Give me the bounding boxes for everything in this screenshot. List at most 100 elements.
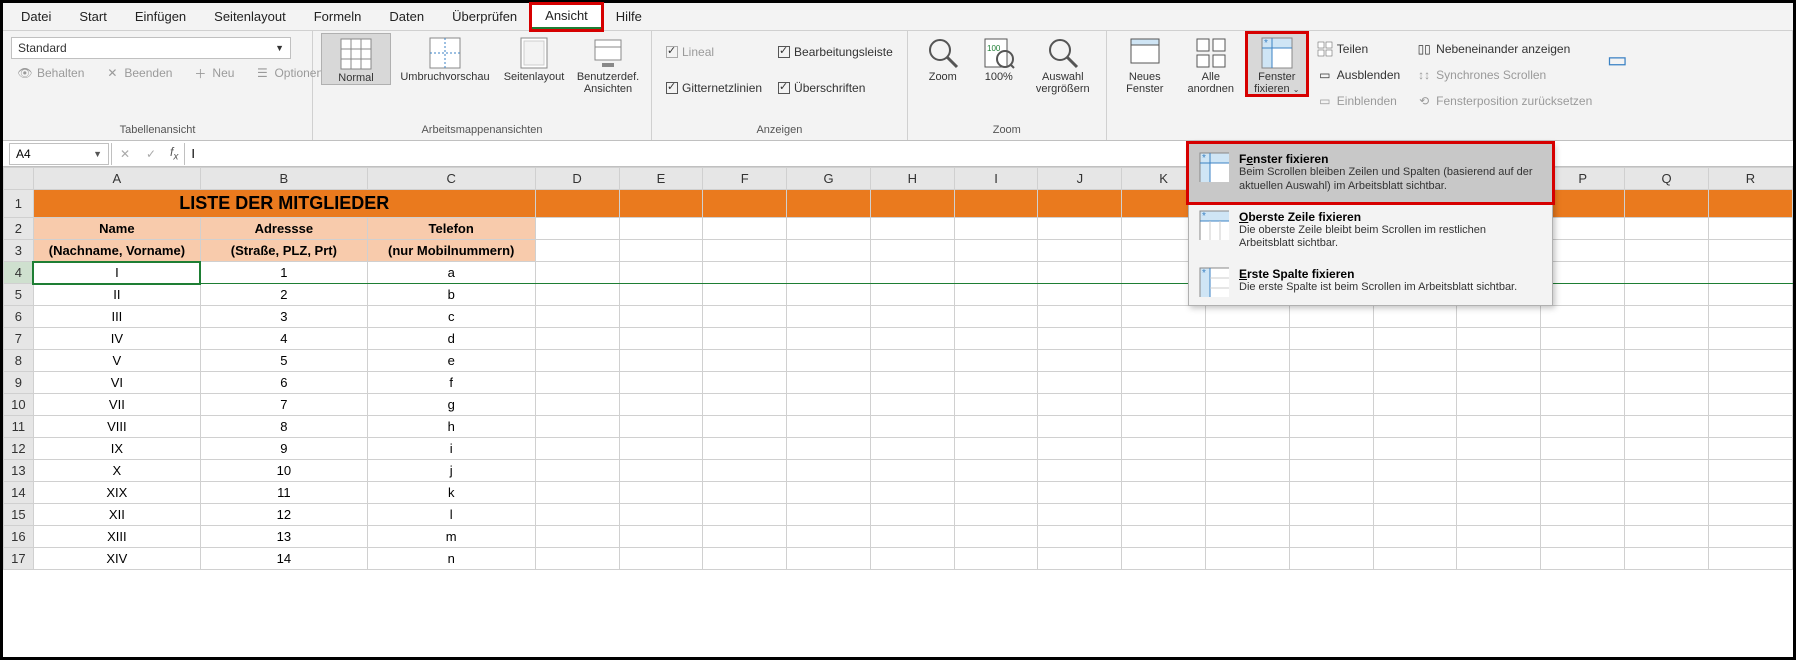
- cell[interactable]: [1541, 218, 1625, 240]
- cell[interactable]: [703, 328, 787, 350]
- cell[interactable]: [1373, 504, 1457, 526]
- cell[interactable]: [870, 372, 954, 394]
- cell[interactable]: [1373, 306, 1457, 328]
- column-subtitle[interactable]: (Nachname, Vorname): [33, 240, 200, 262]
- cell[interactable]: XII: [33, 504, 200, 526]
- cell[interactable]: [787, 548, 871, 570]
- cell[interactable]: [1038, 416, 1122, 438]
- cell[interactable]: [1373, 372, 1457, 394]
- cell[interactable]: [1625, 350, 1709, 372]
- cell[interactable]: [787, 262, 871, 284]
- cell[interactable]: [703, 482, 787, 504]
- row-header[interactable]: 5: [4, 284, 34, 306]
- cell[interactable]: [954, 240, 1038, 262]
- col-header[interactable]: E: [619, 168, 703, 190]
- cell[interactable]: [1709, 460, 1793, 482]
- cell[interactable]: [1625, 504, 1709, 526]
- cell[interactable]: [1373, 438, 1457, 460]
- cell[interactable]: [870, 306, 954, 328]
- cell[interactable]: [1206, 372, 1290, 394]
- cell[interactable]: [1206, 504, 1290, 526]
- cell[interactable]: [703, 504, 787, 526]
- cell[interactable]: [1206, 438, 1290, 460]
- menu-tab-seitenlayout[interactable]: Seitenlayout: [200, 5, 300, 28]
- cell[interactable]: [1289, 504, 1373, 526]
- cell[interactable]: [954, 328, 1038, 350]
- cell[interactable]: [1206, 548, 1290, 570]
- cell[interactable]: [787, 526, 871, 548]
- cell[interactable]: 5: [200, 350, 367, 372]
- cell[interactable]: [1709, 218, 1793, 240]
- cell[interactable]: 13: [200, 526, 367, 548]
- cell[interactable]: [954, 482, 1038, 504]
- cell[interactable]: [535, 548, 619, 570]
- cell[interactable]: [535, 284, 619, 306]
- col-header[interactable]: Q: [1625, 168, 1709, 190]
- row-header[interactable]: 13: [4, 460, 34, 482]
- cell[interactable]: [1373, 350, 1457, 372]
- cell[interactable]: [703, 218, 787, 240]
- cell[interactable]: [619, 240, 703, 262]
- cell[interactable]: [1122, 438, 1206, 460]
- cell[interactable]: 9: [200, 438, 367, 460]
- cell[interactable]: [1122, 416, 1206, 438]
- cell[interactable]: [1625, 460, 1709, 482]
- cell[interactable]: [787, 284, 871, 306]
- page-break-button[interactable]: Umbruchvorschau: [395, 33, 495, 83]
- cell[interactable]: [787, 416, 871, 438]
- cell[interactable]: XIV: [33, 548, 200, 570]
- select-all[interactable]: [4, 168, 34, 190]
- cell[interactable]: [1709, 240, 1793, 262]
- cell[interactable]: [1289, 460, 1373, 482]
- cell[interactable]: [1038, 504, 1122, 526]
- cell[interactable]: e: [367, 350, 535, 372]
- cell[interactable]: [1038, 262, 1122, 284]
- cell[interactable]: [1038, 350, 1122, 372]
- cell[interactable]: [1625, 328, 1709, 350]
- row-header[interactable]: 1: [4, 190, 34, 218]
- enter-formula-button[interactable]: ✓: [138, 147, 164, 161]
- cell[interactable]: [954, 372, 1038, 394]
- cell[interactable]: [1122, 394, 1206, 416]
- cell[interactable]: [1122, 328, 1206, 350]
- cell[interactable]: VIII: [33, 416, 200, 438]
- column-title[interactable]: Telefon: [367, 218, 535, 240]
- cell[interactable]: [1206, 306, 1290, 328]
- page-layout-button[interactable]: Seitenlayout: [499, 33, 569, 83]
- menu-tab-überprüfen[interactable]: Überprüfen: [438, 5, 531, 28]
- cell[interactable]: [1289, 350, 1373, 372]
- cell[interactable]: [954, 548, 1038, 570]
- cell[interactable]: [1457, 548, 1541, 570]
- cell[interactable]: [535, 372, 619, 394]
- cell[interactable]: [1457, 504, 1541, 526]
- col-header[interactable]: C: [367, 168, 535, 190]
- cell[interactable]: [1373, 328, 1457, 350]
- cell[interactable]: [619, 394, 703, 416]
- cell[interactable]: [870, 416, 954, 438]
- cell[interactable]: [703, 190, 787, 218]
- freeze-top-row-item[interactable]: Oberste Zeile fixieren Die oberste Zeile…: [1189, 202, 1552, 260]
- cell[interactable]: [703, 350, 787, 372]
- cell[interactable]: [1038, 284, 1122, 306]
- cell[interactable]: [1122, 460, 1206, 482]
- cell[interactable]: [1457, 482, 1541, 504]
- cell[interactable]: VI: [33, 372, 200, 394]
- row-header[interactable]: 3: [4, 240, 34, 262]
- side-by-side-button[interactable]: ▯▯Nebeneinander anzeigen: [1410, 39, 1598, 59]
- cell[interactable]: [1709, 438, 1793, 460]
- cell[interactable]: h: [367, 416, 535, 438]
- cell[interactable]: [1038, 526, 1122, 548]
- headings-checkbox[interactable]: Überschriften: [772, 79, 899, 97]
- cell[interactable]: [1457, 416, 1541, 438]
- col-header[interactable]: P: [1541, 168, 1625, 190]
- menu-tab-datei[interactable]: Datei: [7, 5, 65, 28]
- cell[interactable]: m: [367, 526, 535, 548]
- cell[interactable]: [1625, 190, 1709, 218]
- cell[interactable]: f: [367, 372, 535, 394]
- cell[interactable]: [703, 306, 787, 328]
- freeze-panes-button[interactable]: Fenster fixieren ⌄: [1247, 33, 1307, 95]
- cell[interactable]: [1289, 394, 1373, 416]
- col-header[interactable]: B: [200, 168, 367, 190]
- cell[interactable]: [535, 482, 619, 504]
- cell[interactable]: [1038, 190, 1122, 218]
